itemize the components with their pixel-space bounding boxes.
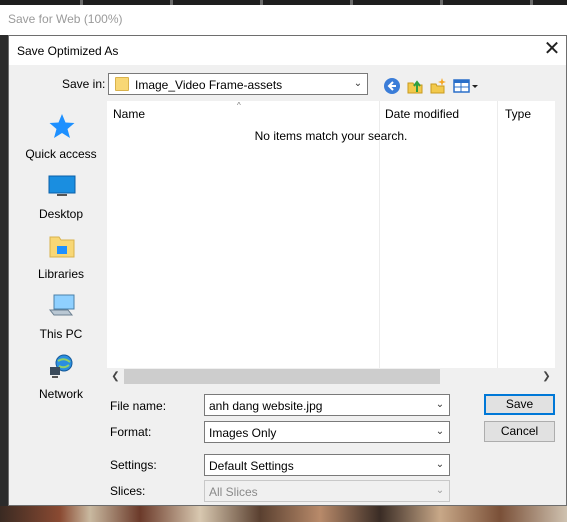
chevron-down-icon[interactable]: ⌄ xyxy=(433,397,447,413)
save-in-value: Image_Video Frame-assets xyxy=(135,78,283,92)
star-icon xyxy=(49,114,75,138)
view-menu-icon[interactable] xyxy=(453,77,479,95)
desktop-icon xyxy=(48,175,76,196)
back-icon[interactable] xyxy=(383,77,401,95)
format-value: Images Only xyxy=(209,426,277,440)
sidebar-item-label: Libraries xyxy=(37,267,85,281)
slices-value: All Slices xyxy=(209,485,258,499)
save-in-label: Save in: xyxy=(62,77,106,91)
places-sidebar: Quick access Desktop Libraries This PC N… xyxy=(15,101,107,401)
chevron-down-icon: ⌄ xyxy=(435,459,445,470)
sidebar-item-label: Network xyxy=(38,387,83,401)
settings-dropdown[interactable]: Default Settings ⌄ xyxy=(204,454,450,476)
network-icon xyxy=(50,354,73,378)
chevron-down-icon: ⌄ xyxy=(353,78,363,89)
dialog-title: Save Optimized As xyxy=(17,44,119,58)
computer-icon xyxy=(48,294,75,316)
dialog-titlebar: Save Optimized As ✕ xyxy=(9,36,566,65)
column-header-date-modified[interactable]: Date modified xyxy=(379,101,497,125)
slices-dropdown: All Slices ⌄ xyxy=(204,480,450,502)
scrollbar-thumb[interactable] xyxy=(124,369,440,384)
sidebar-item-label: Quick access xyxy=(25,147,97,161)
save-in-dropdown[interactable]: Image_Video Frame-assets ⌄ xyxy=(108,73,368,95)
format-label: Format: xyxy=(110,425,152,439)
up-folder-icon[interactable] xyxy=(406,77,424,95)
sidebar-item-quick-access[interactable]: Quick access xyxy=(15,107,107,163)
cancel-button[interactable]: Cancel xyxy=(484,421,555,442)
new-folder-icon[interactable] xyxy=(429,77,447,95)
chevron-down-icon: ⌄ xyxy=(435,426,445,437)
file-list[interactable]: ^ Name Date modified Type No items match… xyxy=(107,101,555,368)
close-icon[interactable]: ✕ xyxy=(540,36,564,65)
file-name-label: File name: xyxy=(110,399,167,413)
file-name-value: anh dang website.jpg xyxy=(209,399,323,413)
sidebar-item-desktop[interactable]: Desktop xyxy=(15,167,107,223)
sidebar-item-libraries[interactable]: Libraries xyxy=(15,227,107,283)
settings-label: Settings: xyxy=(110,458,157,472)
format-dropdown[interactable]: Images Only ⌄ xyxy=(204,421,450,443)
libraries-icon xyxy=(49,236,75,258)
save-dialog: Save Optimized As ✕ Save in: Image_Video… xyxy=(8,35,567,506)
chevron-down-icon: ⌄ xyxy=(435,485,445,496)
scroll-left-icon[interactable]: ❮ xyxy=(107,368,124,385)
background-image-preview xyxy=(0,506,567,522)
scroll-right-icon[interactable]: ❯ xyxy=(538,368,555,385)
app-title: Save for Web (100%) xyxy=(0,5,567,35)
sidebar-item-this-pc[interactable]: This PC xyxy=(15,287,107,343)
folder-icon xyxy=(115,77,129,91)
horizontal-scrollbar[interactable]: ❮ ❯ xyxy=(107,368,555,385)
slices-label: Slices: xyxy=(110,484,146,498)
sidebar-item-label: Desktop xyxy=(38,207,84,221)
empty-message: No items match your search. xyxy=(254,129,408,143)
sidebar-item-network[interactable]: Network xyxy=(15,347,107,403)
column-header-name[interactable]: Name xyxy=(107,101,379,125)
save-button[interactable]: Save xyxy=(484,394,555,415)
sidebar-item-label: This PC xyxy=(39,327,83,341)
file-name-input[interactable]: anh dang website.jpg ⌄ xyxy=(204,394,450,416)
column-header-type[interactable]: Type xyxy=(499,101,555,125)
settings-value: Default Settings xyxy=(209,459,294,473)
